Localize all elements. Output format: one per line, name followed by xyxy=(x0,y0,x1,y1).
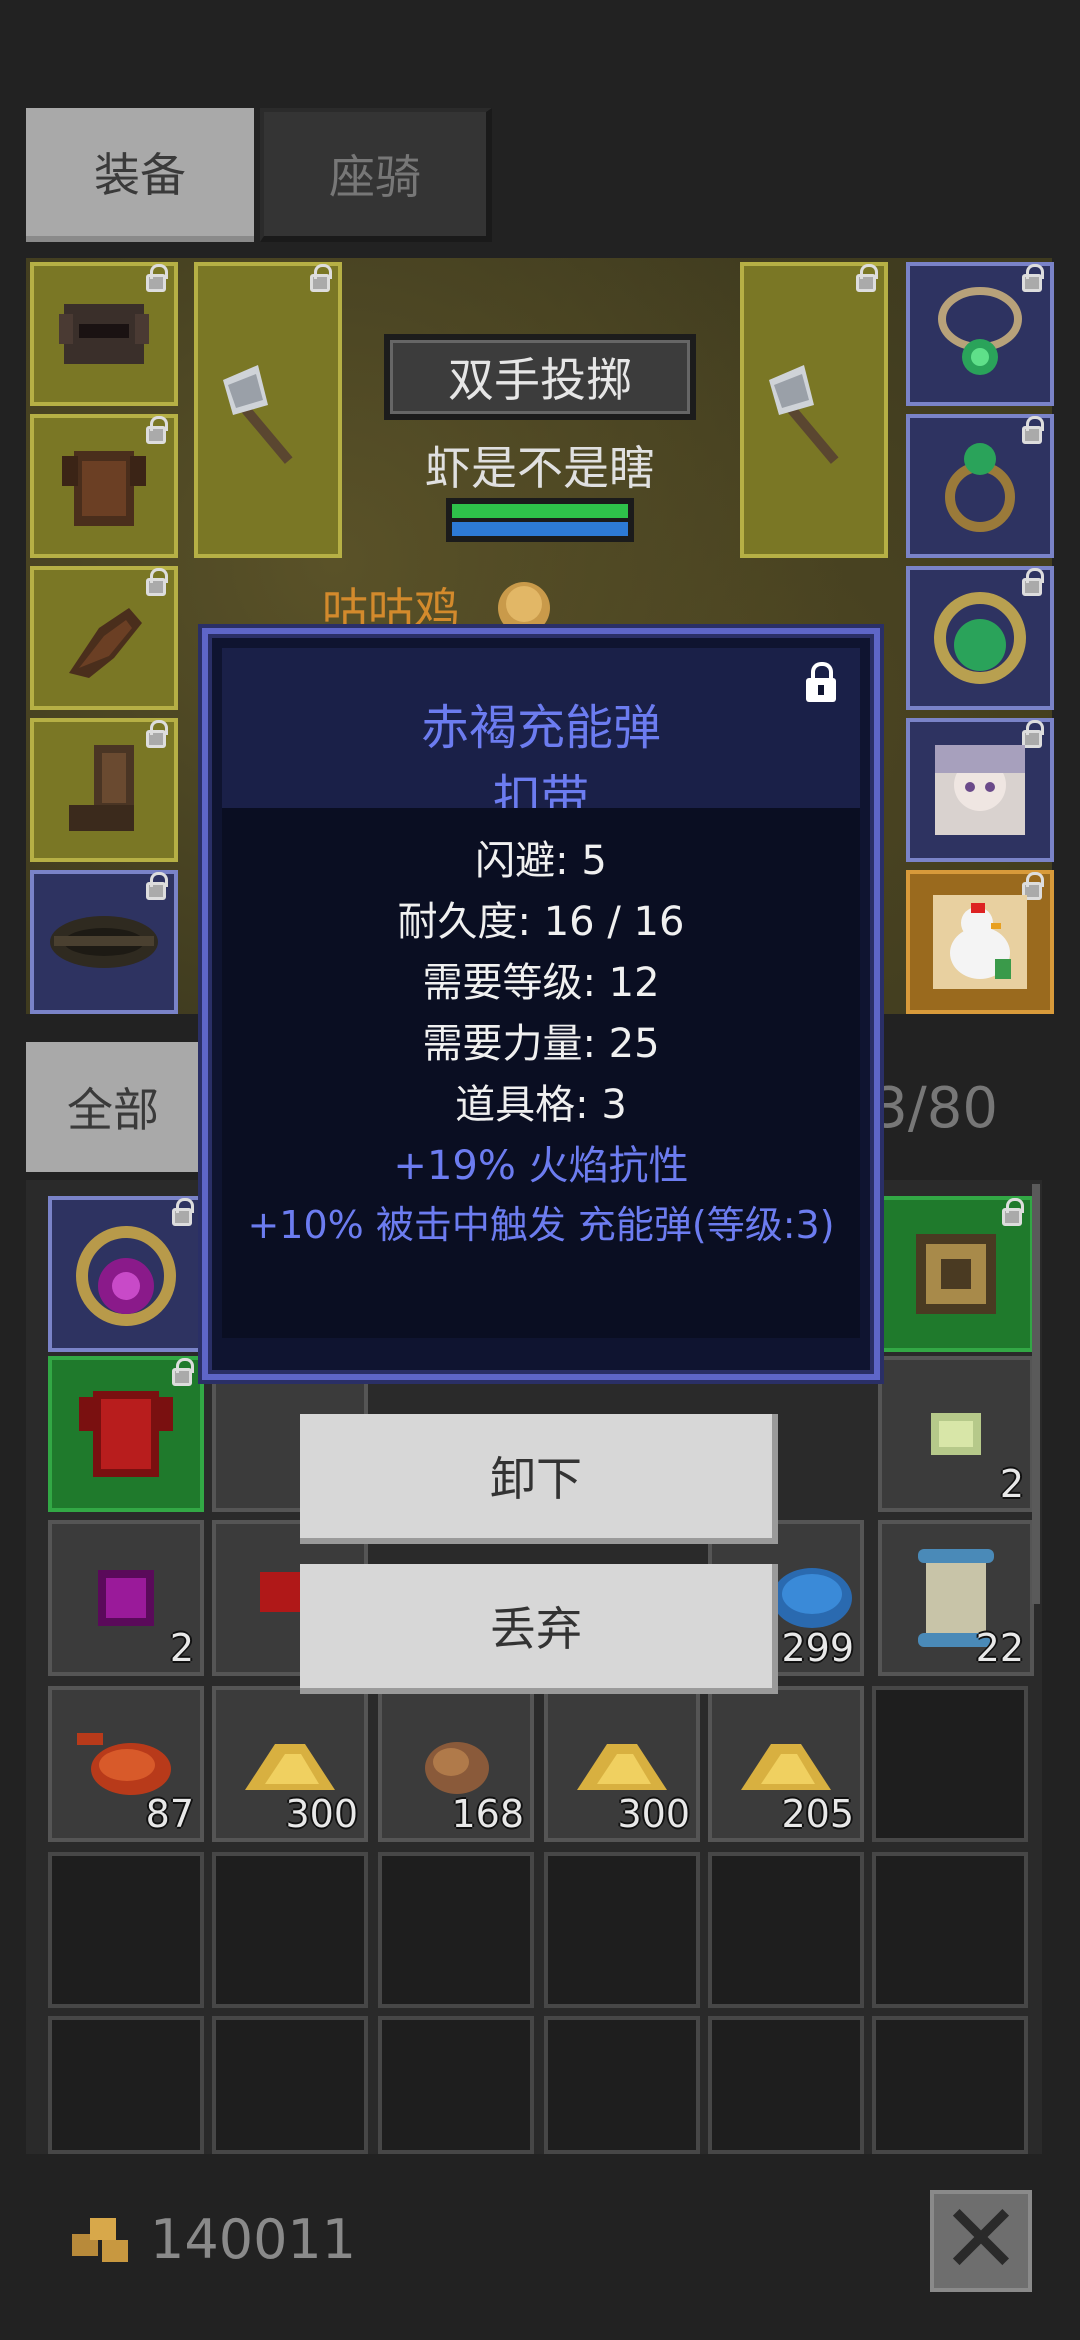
inventory-slot[interactable] xyxy=(872,1686,1028,1842)
helmet-slot[interactable] xyxy=(30,262,178,406)
purple-gem-icon xyxy=(98,1570,154,1626)
hp-bar xyxy=(452,504,628,518)
gold-coins-icon xyxy=(72,2218,128,2262)
companion-slot[interactable] xyxy=(906,718,1054,862)
armor-slot[interactable] xyxy=(30,414,178,558)
inventory-slot[interactable]: 300 xyxy=(544,1686,700,1842)
inventory-slot[interactable] xyxy=(48,1196,204,1352)
inventory-slot[interactable] xyxy=(48,1356,204,1512)
red-gem-icon xyxy=(260,1572,300,1612)
axe-icon xyxy=(769,365,839,464)
item-name: 赤褐充能弹 xyxy=(420,700,661,756)
inventory-slot[interactable] xyxy=(212,1852,368,2008)
discard-button[interactable]: 丢弃 xyxy=(300,1564,778,1694)
item-quantity: 205 xyxy=(781,1792,854,1836)
item-quantity: 87 xyxy=(145,1792,194,1836)
inventory-slot[interactable] xyxy=(378,2016,534,2154)
stat-durability: 耐久度: 16 / 16 xyxy=(397,899,685,945)
stat-item-slots: 道具格: 3 xyxy=(455,1082,627,1128)
stat-required-level: 需要等级: 12 xyxy=(422,960,660,1006)
companion-portrait-icon xyxy=(935,745,1025,835)
helmet-icon xyxy=(59,304,149,364)
item-quantity: 2 xyxy=(999,1462,1024,1506)
inventory-slot[interactable] xyxy=(544,1852,700,2008)
inventory-slot[interactable]: 205 xyxy=(708,1686,864,1842)
gold-amount: 140011 xyxy=(150,2208,357,2271)
inventory-slot[interactable] xyxy=(872,2016,1028,2154)
hp-mp-bars xyxy=(446,498,634,542)
red-armor-icon xyxy=(79,1391,173,1477)
mp-bar xyxy=(452,522,628,536)
off-hand-slot[interactable] xyxy=(740,262,888,558)
item-quantity: 299 xyxy=(781,1626,854,1670)
chicken-icon xyxy=(933,895,1027,989)
ring-slot-2[interactable] xyxy=(906,566,1054,710)
lock-icon xyxy=(146,872,168,900)
gloves-slot[interactable] xyxy=(30,566,178,710)
blue-potion-icon xyxy=(772,1568,852,1628)
helmet-icon xyxy=(916,1234,996,1314)
inventory-slot[interactable] xyxy=(708,2016,864,2154)
inventory-slot[interactable] xyxy=(544,2016,700,2154)
stat-dodge: 闪避: 5 xyxy=(475,838,607,884)
inventory-slot[interactable] xyxy=(878,1196,1034,1352)
ring-slot-1[interactable] xyxy=(906,414,1054,558)
inventory-slot[interactable] xyxy=(872,1852,1028,2008)
tab-mount[interactable]: 座骑 xyxy=(260,108,492,242)
necklace-icon xyxy=(938,287,1022,375)
inventory-slot[interactable]: 2 xyxy=(48,1520,204,1676)
boots-icon xyxy=(69,745,134,831)
armor-icon xyxy=(62,451,146,526)
item-quantity: 300 xyxy=(617,1792,690,1836)
tab-equipment[interactable]: 装备 xyxy=(26,108,254,242)
axe-icon xyxy=(223,365,293,464)
filter-all-tab[interactable]: 全部 xyxy=(26,1042,200,1172)
inventory-slot[interactable]: 168 xyxy=(378,1686,534,1842)
inventory-slot[interactable]: 300 xyxy=(212,1686,368,1842)
belt-icon xyxy=(50,916,158,968)
belt-slot[interactable] xyxy=(30,870,178,1014)
modifier-on-hit: +10% 被击中触发 充能弹(等级:3) xyxy=(247,1203,835,1247)
main-hand-slot[interactable] xyxy=(194,262,342,558)
lock-icon xyxy=(310,264,332,292)
popup-stats: 闪避: 5 耐久度: 16 / 16 需要等级: 12 需要力量: 25 道具格… xyxy=(222,808,860,1338)
inventory-slot[interactable]: 22 xyxy=(878,1520,1034,1676)
boots-slot[interactable] xyxy=(30,718,178,862)
inventory-slot[interactable] xyxy=(48,1852,204,2008)
inventory-slot[interactable]: 2 xyxy=(878,1356,1034,1512)
lock-icon[interactable] xyxy=(806,662,836,702)
necklace-slot[interactable] xyxy=(906,262,1054,406)
modifier-fire-resist: +19% 火焰抗性 xyxy=(393,1143,689,1189)
unequip-button[interactable]: 卸下 xyxy=(300,1414,778,1544)
inventory-slot[interactable] xyxy=(48,2016,204,2154)
stat-required-strength: 需要力量: 25 xyxy=(422,1021,660,1067)
weapon-mode-label: 双手投掷 xyxy=(384,334,696,420)
item-detail-popup: 赤褐充能弹 扣带 闪避: 5 耐久度: 16 / 16 需要等级: 12 需要力… xyxy=(202,628,880,1380)
inventory-slot[interactable] xyxy=(378,1852,534,2008)
inventory-slot[interactable] xyxy=(212,2016,368,2154)
character-sprite-icon xyxy=(498,582,550,628)
herb-icon xyxy=(931,1413,981,1455)
item-quantity: 2 xyxy=(169,1626,194,1670)
inventory-slot[interactable] xyxy=(708,1852,864,2008)
close-button[interactable]: ✕ xyxy=(930,2190,1032,2292)
lock-icon xyxy=(856,264,878,292)
pet-slot[interactable] xyxy=(906,870,1054,1014)
ring-icon xyxy=(934,592,1026,684)
item-quantity: 168 xyxy=(451,1792,524,1836)
popup-header: 赤褐充能弹 扣带 xyxy=(222,648,860,826)
item-quantity: 22 xyxy=(975,1626,1024,1670)
ring-icon xyxy=(945,443,1015,532)
item-quantity: 300 xyxy=(285,1792,358,1836)
amulet-icon xyxy=(76,1226,176,1326)
gloves-icon xyxy=(69,608,142,678)
inventory-slot[interactable]: 87 xyxy=(48,1686,204,1842)
character-name: 虾是不是瞎 xyxy=(425,441,655,495)
inventory-scrollbar[interactable] xyxy=(1032,1184,1040,1604)
